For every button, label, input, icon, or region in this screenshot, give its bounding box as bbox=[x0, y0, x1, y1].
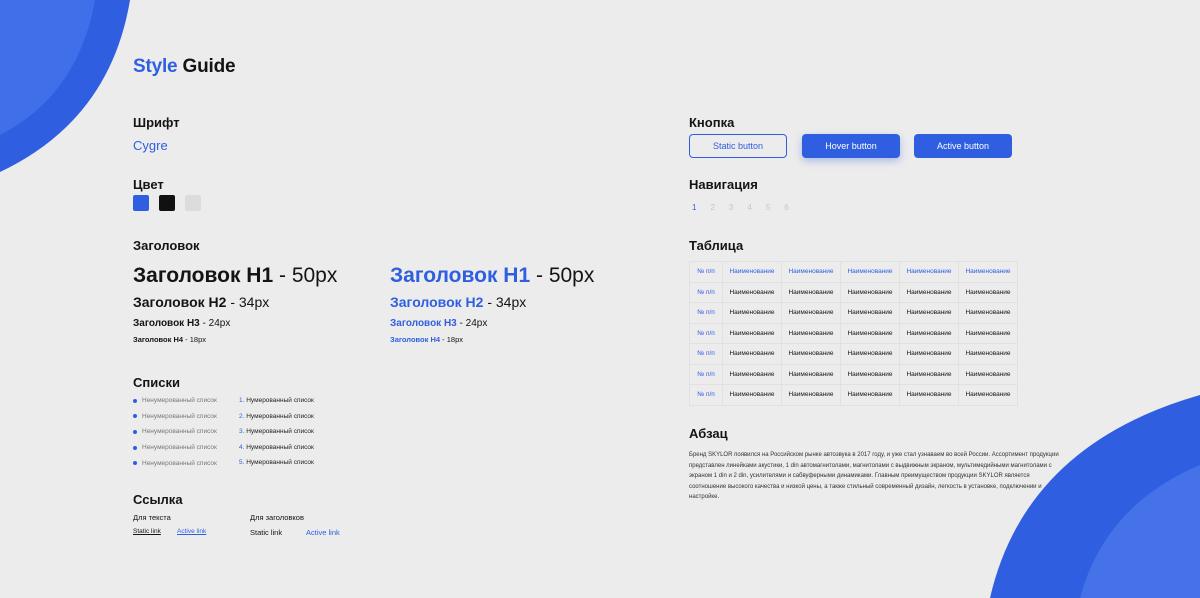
numbered-list: 1. Нумерованный список 2. Нумерованный с… bbox=[239, 393, 314, 471]
page-3[interactable]: 3 bbox=[729, 203, 733, 212]
page-1[interactable]: 1 bbox=[692, 203, 696, 212]
table-row: № п/п Наименование Наименование Наименовани… bbox=[689, 363, 1018, 385]
page-title: Style Guide bbox=[133, 56, 236, 77]
heading-links-label: Для заголовков bbox=[250, 513, 304, 522]
headings-black: Заголовок H1 - 50px Заголовок H2 - 34px … bbox=[133, 264, 337, 344]
list-item: 5. Нумерованный список bbox=[239, 459, 314, 467]
color-heading: Цвет bbox=[133, 177, 164, 192]
page-6[interactable]: 6 bbox=[784, 203, 788, 212]
headings-blue: Заголовок H1 - 50px Заголовок H2 - 34px … bbox=[390, 264, 594, 344]
static-text-link[interactable]: Static link bbox=[133, 528, 161, 535]
swatch-black bbox=[159, 195, 175, 211]
list-item: Ненумерованный список bbox=[133, 455, 217, 471]
active-heading-link[interactable]: Active link bbox=[306, 528, 340, 537]
hover-button[interactable]: Hover button bbox=[802, 134, 900, 158]
page-2[interactable]: 2 bbox=[710, 203, 714, 212]
list-item: 4. Нумерованный список bbox=[239, 443, 314, 451]
swatch-light bbox=[185, 195, 201, 211]
list-item: Ненумерованный список bbox=[133, 424, 217, 440]
sample-h4-link[interactable]: Заголовок H4 - 18px bbox=[390, 335, 594, 344]
sample-table: № п/п Наименование Наименование Наименовани… bbox=[689, 261, 1018, 406]
paragraph-text: Бренд SKYLOR появился на Российском рынк… bbox=[689, 452, 1059, 500]
sample-h3-link[interactable]: Заголовок H3 - 24px bbox=[390, 318, 594, 335]
bullet-icon bbox=[133, 461, 137, 466]
top-left-decoration bbox=[0, 0, 130, 172]
navigation-heading: Навигация bbox=[689, 177, 758, 192]
bullet-icon bbox=[133, 398, 137, 403]
static-heading-link[interactable]: Static link bbox=[250, 528, 282, 537]
static-button[interactable]: Static button bbox=[689, 134, 787, 158]
paragraph-heading: Абзац bbox=[689, 426, 728, 441]
table-row: № п/п Наименование Наименование Наименовани… bbox=[689, 302, 1018, 324]
table-heading: Таблица bbox=[689, 238, 744, 253]
page-4[interactable]: 4 bbox=[747, 203, 751, 212]
table-header-row: № п/п Наименование Наименование Наименовани… bbox=[689, 261, 1018, 283]
list-item: 2. Нумерованный список bbox=[239, 412, 314, 420]
sample-h3: Заголовок H3 - 24px bbox=[133, 318, 231, 329]
list-item: Ненумерованный список bbox=[133, 409, 217, 425]
list-item: 1. Нумерованный список bbox=[239, 397, 314, 404]
sample-h4: Заголовок H4 - 18px bbox=[133, 335, 207, 344]
list-item: Ненумерованный список bbox=[133, 393, 217, 409]
text-links-label: Для текста bbox=[133, 513, 171, 522]
lists-heading: Списки bbox=[133, 375, 180, 390]
links-heading: Ссылка bbox=[133, 492, 183, 507]
font-heading: Шрифт bbox=[133, 115, 180, 130]
bulleted-list: Ненумерованный список Ненумерованный спи… bbox=[133, 393, 217, 471]
swatch-blue bbox=[133, 195, 149, 211]
sample-h1-link[interactable]: Заголовок H1 - 50px bbox=[390, 264, 594, 292]
list-item: 3. Нумерованный список bbox=[239, 428, 314, 436]
sample-h1: Заголовок H1 - 50px bbox=[133, 264, 338, 287]
pagination: 1 2 3 4 5 6 bbox=[692, 197, 803, 215]
buttons-heading: Кнопка bbox=[689, 115, 735, 130]
font-name: Cygre bbox=[133, 138, 168, 153]
bullet-icon bbox=[133, 445, 137, 450]
table-row: № п/п Наименование Наименование Наименовани… bbox=[689, 322, 1018, 344]
bullet-icon bbox=[133, 414, 137, 419]
headings-heading: Заголовок bbox=[133, 238, 200, 253]
table-row: № п/п Наименование Наименование Наименовани… bbox=[689, 384, 1018, 406]
active-text-link[interactable]: Active link bbox=[177, 528, 206, 535]
sample-h2-link[interactable]: Заголовок H2 - 34px bbox=[390, 294, 594, 316]
color-swatches bbox=[133, 195, 201, 211]
bullet-icon bbox=[133, 429, 137, 434]
list-item: Ненумерованный список bbox=[133, 440, 217, 456]
table-row: № п/п Наименование Наименование Наименовани… bbox=[689, 343, 1018, 365]
table-row: № п/п Наименование Наименование Наименовани… bbox=[689, 281, 1018, 303]
active-button[interactable]: Active button bbox=[914, 134, 1012, 158]
page-5[interactable]: 5 bbox=[766, 203, 770, 212]
sample-h2: Заголовок H2 - 34px bbox=[133, 294, 270, 310]
